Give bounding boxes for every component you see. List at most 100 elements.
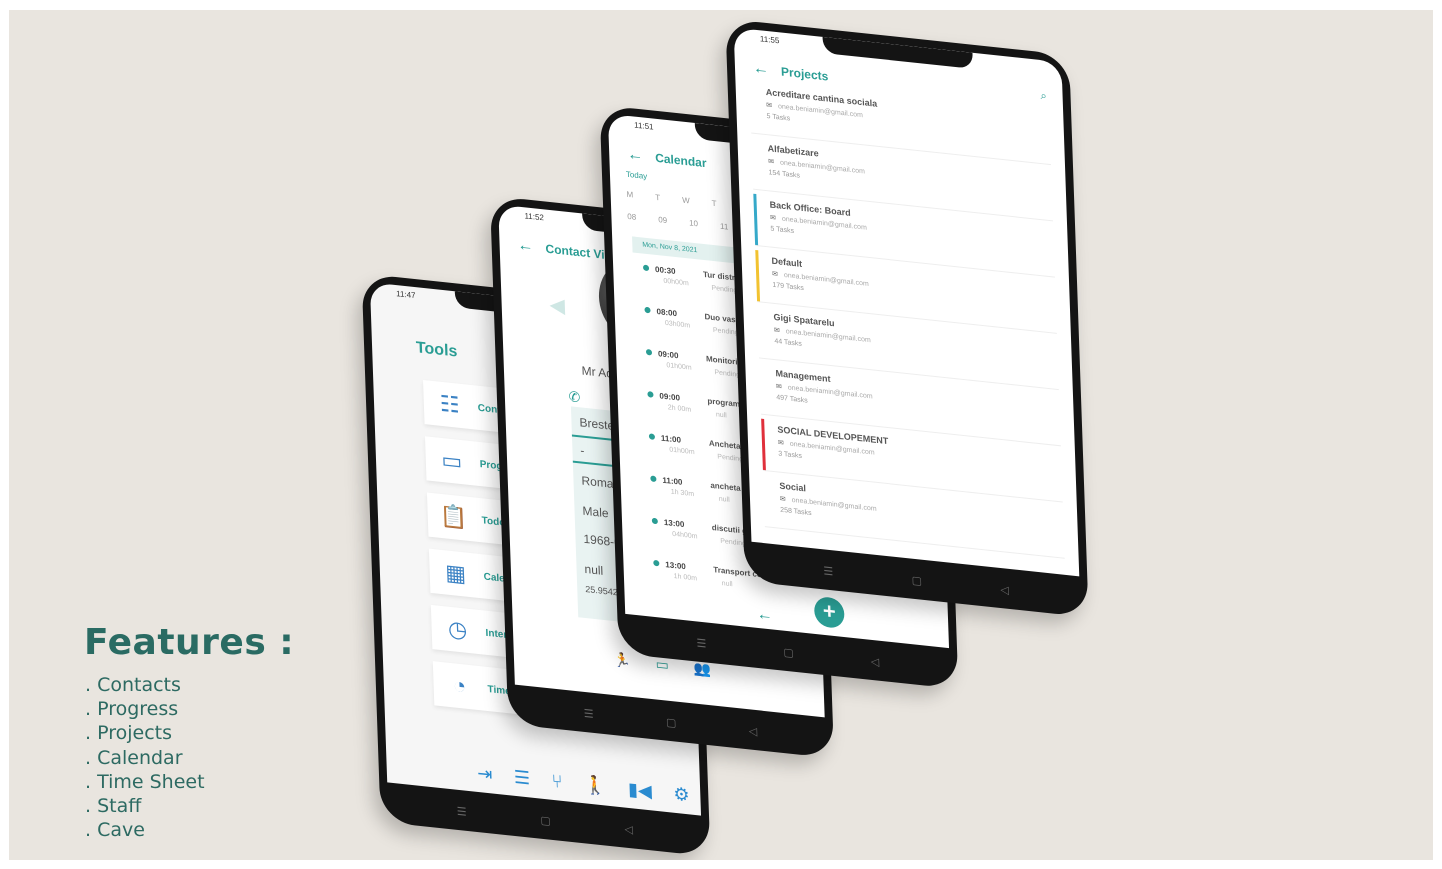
event-duration: 1h 00m [673,572,698,583]
event-item[interactable]: 11:00 ancheta scoala+vizit 1h 30m null [650,474,788,504]
bottom-tab-bar: ⇥ ☰ ⑂ 🚶 ▮◀ ⚙ [466,755,701,814]
menu-icon[interactable]: ☰ [584,707,594,721]
walking-icon[interactable]: 🏃 [613,651,631,670]
mail-icon: ✉ [773,326,781,335]
dash-field: - [580,443,585,458]
back-icon[interactable]: ◁ [624,822,633,836]
notch [822,36,974,69]
feature-item: . Time Sheet [85,770,205,793]
contacts-icon: ☷ [439,390,461,418]
event-status: Pending [717,453,744,464]
add-event-button[interactable]: + [813,595,845,630]
event-dot [645,348,653,356]
event-item[interactable]: 13:00 Transport copii 1h 00m null [653,559,771,588]
mail-icon: ✉ [775,383,782,391]
event-item[interactable]: 08:00 Duo vasele curatenie 03h00m Pendin… [644,306,785,337]
hierarchy-icon[interactable]: ⑂ [551,770,563,792]
back-icon[interactable]: ◁ [871,655,880,669]
event-duration: 01h00m [669,446,695,457]
projects-header: ← Projects [753,60,829,86]
event-status: null [718,495,730,504]
day-cell[interactable]: 09 [658,215,667,225]
weekday: T [711,198,717,209]
weekday: W [681,195,690,206]
today-label[interactable]: Today [626,170,648,181]
event-time: 13:00 [663,517,685,530]
weekday-row: M T W T [626,190,716,209]
event-item[interactable]: 09:00 programare medicala 2h 00m null [647,390,788,420]
menu-icon[interactable]: ☰ [823,564,833,578]
event-duration: 1h 30m [670,488,695,499]
feature-item: . Projects [85,722,172,745]
gear-icon[interactable]: ⚙ [673,783,690,806]
day-cell[interactable]: 11 [720,222,729,232]
clock-doc-icon: ◷ [447,615,468,643]
back-arrow-icon[interactable]: ← [517,237,534,257]
feature-item: . Calendar [85,746,183,769]
event-duration: 04h00m [672,530,698,541]
list-icon[interactable]: ☰ [514,766,531,789]
phone-icon[interactable]: ✆ [568,388,580,406]
event-item[interactable]: 00:30 Tur distribuire meniu 00h00m Pendi… [642,264,783,295]
home-icon[interactable]: ▢ [540,814,551,828]
event-dot [644,306,651,314]
status-clock: 11:52 [524,211,545,223]
menu-icon[interactable]: ☰ [457,805,467,819]
event-item[interactable]: 13:00 discutii gr. 1+discutii 04h00m Pen… [651,517,791,548]
calendar-icon: ▦ [444,559,467,587]
back-arrow-icon[interactable]: ← [756,606,773,626]
event-dot [651,517,658,525]
day-cell[interactable]: 10 [689,218,698,228]
menu-icon[interactable]: ☰ [696,636,706,650]
home-icon[interactable]: ▢ [666,716,677,730]
day-row: 08 09 10 11 [627,212,728,232]
event-dot [653,559,660,567]
event-item[interactable]: 09:00 Monitorizari 01h00m Pending [645,348,751,379]
clipboard-icon: 📋 [439,502,468,531]
login-icon[interactable]: ⇥ [477,762,493,785]
event-duration: 03h00m [664,319,691,330]
event-dot [647,391,654,398]
event-time: 09:00 [657,349,679,361]
event-time: 00:30 [654,264,676,277]
event-status: null [715,411,727,420]
project-color-bar [761,418,766,471]
home-icon[interactable]: ▢ [911,574,922,588]
video-icon[interactable]: ▮◀ [628,778,652,802]
promo-canvas: Features : . Contacts . Progress . Proje… [9,10,1433,860]
search-icon[interactable]: ⌕ [1040,90,1047,104]
gender-field: Male [582,503,609,521]
features-list: . Contacts . Progress . Projects . Calen… [85,673,205,842]
home-icon[interactable]: ▢ [783,646,794,660]
feature-item: . Contacts [85,674,181,696]
event-item[interactable]: 11:00 Ancheta si donatie h 01h00m Pendin… [648,432,787,463]
mail-icon: ✉ [766,101,773,110]
day-cell[interactable]: 08 [627,212,636,222]
feature-item: . Progress [85,698,179,721]
back-icon[interactable]: ◁ [1000,583,1009,597]
feature-item: . Cave [85,819,145,842]
event-dot [648,433,656,440]
event-duration: 01h00m [666,362,692,372]
event-time: 11:00 [660,433,682,445]
tools-title: Tools [415,339,458,361]
event-dot [650,475,657,483]
walking-icon[interactable]: 🚶 [584,774,607,797]
page-title: Projects [780,64,829,84]
mail-icon: ✉ [769,214,777,223]
status-clock: 11:55 [759,34,780,46]
back-icon[interactable]: ◁ [749,724,758,738]
mail-icon: ✉ [779,495,786,504]
chevron-left-icon[interactable]: ◀ [549,292,565,319]
extra-field: null [584,561,604,578]
mail-icon: ✉ [771,270,779,279]
event-status: Pending [711,284,738,295]
weekday: T [655,192,661,203]
status-clock: 11:47 [395,289,416,301]
event-duration: 2h 00m [667,404,692,414]
event-status: Pending [720,537,747,548]
phone-projects: 11:55 ← Projects ⌕ Acreditare cantina so… [725,18,1089,618]
back-arrow-icon[interactable]: ← [627,146,644,166]
back-arrow-icon[interactable]: ← [753,60,770,80]
event-time: 11:00 [662,475,683,487]
